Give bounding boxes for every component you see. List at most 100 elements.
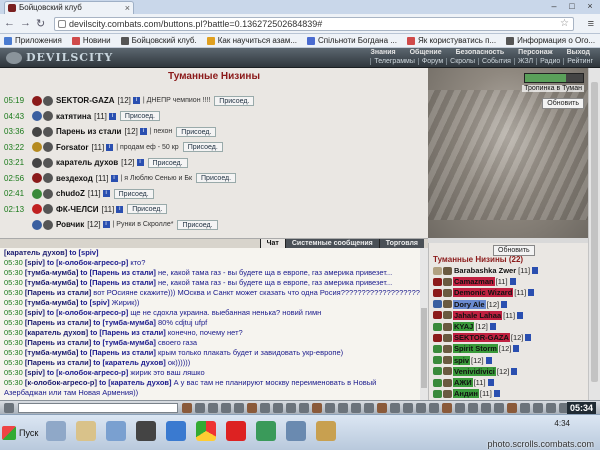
chat-sender[interactable]: [Парень из стали] xyxy=(25,288,93,297)
player-info-icon[interactable] xyxy=(517,311,524,319)
join-button[interactable]: Присоед. xyxy=(177,219,218,230)
start-button[interactable]: Пуск xyxy=(2,423,38,443)
chat-recipient[interactable]: to [к-олобок-агресо-р] xyxy=(47,308,130,317)
chat-recipient[interactable]: to [Парень из стали] xyxy=(80,268,158,277)
player-name[interactable]: вездеход xyxy=(56,174,93,183)
bookmark-item[interactable]: Як користуватись п... xyxy=(406,36,496,45)
player-info-icon[interactable] xyxy=(513,345,520,353)
bookmark-item[interactable]: Новини xyxy=(71,36,111,45)
chat-recipient[interactable]: to [spiv] xyxy=(80,298,111,307)
player-info-icon[interactable]: i xyxy=(108,112,116,120)
player-name[interactable]: ФК-ЧЕЛСИ xyxy=(56,205,98,214)
chat-recipient[interactable]: to [каратель духов] xyxy=(93,358,168,367)
online-player-name[interactable]: Dory Ale xyxy=(453,299,486,309)
nav-secondary-item[interactable]: Форум xyxy=(417,58,446,65)
toolbar-icon[interactable] xyxy=(507,403,517,413)
toolbar-icon[interactable] xyxy=(338,403,348,413)
forward-icon[interactable]: → xyxy=(20,17,31,29)
player-info-icon[interactable]: i xyxy=(102,221,110,228)
chat-sender[interactable]: [тумба-мумба] xyxy=(25,278,81,287)
nav-primary-item[interactable]: Безопасность xyxy=(456,49,505,56)
chat-sender[interactable]: [тумба-мумба] xyxy=(25,268,81,277)
opera-icon[interactable] xyxy=(226,421,246,441)
paint-icon[interactable] xyxy=(316,421,336,441)
player-name[interactable]: Ровчик xyxy=(56,220,84,229)
bookmark-star-icon[interactable]: ☆ xyxy=(560,18,569,30)
browser-tab[interactable]: Бойцовский клуб × xyxy=(4,1,134,14)
bookmark-item[interactable]: Бойцовский клуб. xyxy=(120,36,197,45)
media-icon[interactable] xyxy=(286,421,306,441)
player-info-icon[interactable]: i xyxy=(106,143,114,151)
explorer-icon[interactable] xyxy=(46,421,66,441)
toolbar-icon[interactable] xyxy=(260,403,270,413)
chat-recipient[interactable]: to [Парень из стали] xyxy=(90,328,168,337)
toolbar-icon[interactable] xyxy=(234,403,244,413)
bookmark-item[interactable]: Как научиться азам... xyxy=(206,36,297,45)
chat-sender[interactable]: [spiv] xyxy=(25,368,47,377)
online-player-name[interactable]: KYAJ xyxy=(453,322,475,331)
toolbar-icon[interactable] xyxy=(468,403,478,413)
join-button[interactable]: Присоед. xyxy=(119,111,160,121)
chat-scrollbar[interactable] xyxy=(420,248,428,400)
player-info-icon[interactable] xyxy=(501,300,508,308)
toolbar-icon[interactable] xyxy=(429,403,439,413)
toolbar-icon[interactable] xyxy=(377,403,387,413)
toolbar-icon[interactable] xyxy=(442,403,452,413)
toolbar-icon[interactable] xyxy=(494,403,504,413)
chat-sender[interactable]: [spiv] xyxy=(25,308,47,317)
player-info-icon[interactable] xyxy=(511,367,518,375)
join-button[interactable]: Присоед. xyxy=(127,204,168,214)
player-info-icon[interactable] xyxy=(493,390,500,398)
online-player-name[interactable]: Андин xyxy=(453,389,479,399)
toolbar-icon[interactable] xyxy=(403,403,413,413)
location-refresh-button[interactable]: Обновить xyxy=(542,98,584,109)
nav-secondary-item[interactable]: Телеграммы xyxy=(370,58,418,65)
page-scrollbar[interactable] xyxy=(588,68,600,438)
chat-recipient[interactable]: to [spiv] xyxy=(69,248,98,257)
internet-explorer-icon[interactable] xyxy=(166,421,186,441)
player-info-icon[interactable]: i xyxy=(110,174,118,182)
chat-sender[interactable]: [Парень из стали] xyxy=(25,318,93,327)
chat-recipient[interactable]: to [каратель духов] xyxy=(99,378,174,387)
join-button[interactable]: Присоед. xyxy=(182,142,223,152)
player-info-icon[interactable] xyxy=(525,334,532,342)
chat-sender[interactable]: [каратель духов] xyxy=(4,248,69,257)
toolbar-icon[interactable] xyxy=(364,403,374,413)
online-player-name[interactable]: spiv xyxy=(453,355,471,365)
toolbar-icon[interactable] xyxy=(546,403,556,413)
player-name[interactable]: Forsator xyxy=(56,143,88,152)
join-button[interactable]: Присоед. xyxy=(196,173,237,183)
toolbar-icon[interactable] xyxy=(416,403,426,413)
nav-primary-item[interactable]: Знания xyxy=(370,49,395,56)
player-info-icon[interactable] xyxy=(485,356,492,364)
player-info-icon[interactable]: i xyxy=(116,205,124,213)
toolbar-icon[interactable] xyxy=(533,403,543,413)
folder-icon[interactable] xyxy=(76,421,96,441)
chat-sender[interactable]: [тумба-мумба] xyxy=(25,298,81,307)
online-player-name[interactable]: Spirit Storm xyxy=(453,344,498,354)
calculator-icon[interactable] xyxy=(106,421,126,441)
url-input[interactable]: devilscity.combats.com/buttons.pl?battle… xyxy=(54,17,574,31)
reload-icon[interactable]: ↻ xyxy=(36,17,45,30)
player-name[interactable]: chudoZ xyxy=(56,189,85,198)
game-client-icon[interactable] xyxy=(256,421,276,441)
toolbar-icon[interactable] xyxy=(247,403,257,413)
toolbar-icon[interactable] xyxy=(221,403,231,413)
player-info-icon[interactable] xyxy=(509,278,516,286)
microphone-icon[interactable] xyxy=(136,421,156,441)
nav-primary-item[interactable]: Персонаж xyxy=(518,49,552,56)
online-player-name[interactable]: Camazman xyxy=(453,277,495,287)
toolbar-icon[interactable] xyxy=(481,403,491,413)
chat-recipient[interactable]: to [Парень из стали] xyxy=(80,278,158,287)
chat-recipient[interactable]: to [тумба-мумба] xyxy=(93,318,158,327)
close-window-icon[interactable]: × xyxy=(582,0,598,12)
chat-sender[interactable]: [каратель духов] xyxy=(25,328,90,337)
bookmark-item[interactable]: Спільноти Богдана ... xyxy=(307,36,397,45)
online-player-name[interactable]: АЖИ xyxy=(453,378,473,387)
player-name[interactable]: катятина xyxy=(56,112,91,121)
player-name[interactable]: Парень из стали xyxy=(56,127,121,136)
player-info-icon[interactable] xyxy=(528,289,535,297)
chrome-icon[interactable] xyxy=(196,421,216,441)
toolbar-icon[interactable] xyxy=(325,403,335,413)
chat-recipient[interactable]: to [к-олобок-агресо-р] xyxy=(47,368,130,377)
